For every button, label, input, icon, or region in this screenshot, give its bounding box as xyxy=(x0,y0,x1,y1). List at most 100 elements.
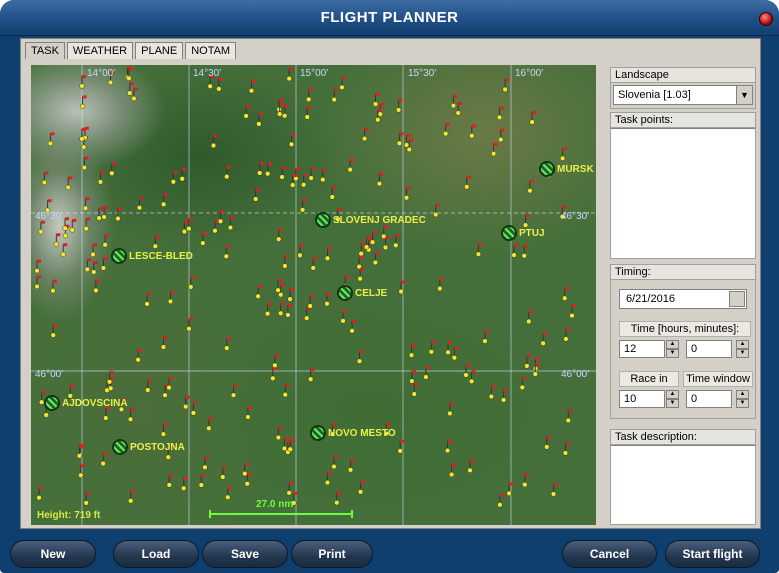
tab-plane[interactable]: PLANE xyxy=(135,42,184,59)
outlanding-marker xyxy=(276,228,283,242)
outlanding-marker xyxy=(81,156,89,171)
arrow-up-icon[interactable]: ▲ xyxy=(736,390,749,399)
outlanding-marker xyxy=(109,162,116,176)
outlanding-marker xyxy=(62,217,70,231)
outlanding-marker xyxy=(396,132,404,146)
outlanding-marker xyxy=(198,474,206,488)
airport-label: CELJE xyxy=(355,287,388,299)
tab-notam[interactable]: NOTAM xyxy=(185,42,237,59)
outlanding-marker xyxy=(308,368,315,382)
airport-icon xyxy=(337,285,353,301)
outlanding-marker xyxy=(437,277,444,292)
time-window-field[interactable]: 0 xyxy=(686,390,732,408)
outlanding-marker xyxy=(369,231,377,245)
minutes-value: 0 xyxy=(691,343,698,355)
chevron-down-icon[interactable]: ▼ xyxy=(736,86,752,104)
outlanding-marker xyxy=(408,344,416,358)
arrow-down-icon[interactable]: ▼ xyxy=(666,349,679,358)
close-icon[interactable] xyxy=(759,12,773,26)
landscape-header: Landscape xyxy=(611,68,755,83)
outlanding-marker xyxy=(38,220,45,235)
minutes-stepper[interactable]: ▲ ▼ xyxy=(736,340,749,358)
outlanding-marker xyxy=(565,409,573,424)
save-button[interactable]: Save xyxy=(202,540,288,568)
landscape-select[interactable]: Slovenia [1.03] ▼ xyxy=(613,85,753,105)
hours-stepper[interactable]: ▲ ▼ xyxy=(666,340,679,358)
outlanding-marker xyxy=(411,383,419,397)
outlanding-marker xyxy=(216,77,223,92)
outlanding-marker xyxy=(34,259,42,274)
outlanding-marker xyxy=(257,161,264,176)
new-button[interactable]: New xyxy=(10,540,96,568)
outlanding-marker xyxy=(395,98,403,113)
arrow-down-icon[interactable]: ▼ xyxy=(736,399,749,408)
tab-task[interactable]: TASK xyxy=(25,42,65,59)
outlanding-marker xyxy=(357,267,365,282)
landscape-panel: Landscape Slovenia [1.03] ▼ xyxy=(610,67,756,109)
outlanding-marker xyxy=(310,256,318,271)
outlanding-marker xyxy=(282,254,289,269)
minutes-field[interactable]: 0 xyxy=(686,340,732,358)
outlanding-marker xyxy=(357,480,365,495)
outlanding-marker xyxy=(265,162,272,177)
outlanding-marker xyxy=(65,176,73,191)
outlanding-marker xyxy=(161,193,168,207)
arrow-up-icon[interactable]: ▲ xyxy=(736,340,749,349)
task-description-text[interactable] xyxy=(611,445,755,524)
airport-ptuj[interactable]: PTUJ xyxy=(501,225,545,241)
airport-murska[interactable]: MURSK xyxy=(539,161,594,177)
outlanding-marker xyxy=(217,210,225,224)
outlanding-marker xyxy=(136,196,144,211)
task-points-list[interactable] xyxy=(611,128,755,258)
arrow-up-icon[interactable]: ▲ xyxy=(666,340,679,349)
map-view[interactable]: 14°00' 14°30' 15°00' 15°30' 16°00' 46°30… xyxy=(31,65,596,525)
airport-label: MURSK xyxy=(557,163,594,175)
outlanding-marker xyxy=(526,310,533,325)
time-label: Time [hours, minutes]: xyxy=(619,321,751,337)
airport-celje[interactable]: CELJE xyxy=(337,285,387,301)
airport-slovenj-gradec[interactable]: SLOVENJ GRADEC xyxy=(315,212,426,228)
outlanding-marker xyxy=(521,244,529,259)
race-in-field[interactable]: 10 xyxy=(619,390,665,408)
outlanding-marker xyxy=(225,486,232,500)
time-window-stepper[interactable]: ▲ ▼ xyxy=(736,390,749,408)
outlanding-marker xyxy=(559,147,567,161)
cancel-button[interactable]: Cancel xyxy=(562,540,657,568)
outlanding-marker xyxy=(307,294,315,309)
task-points-panel: Task points: xyxy=(610,112,756,259)
outlanding-marker xyxy=(179,167,187,182)
load-button[interactable]: Load xyxy=(113,540,199,568)
print-button[interactable]: Print xyxy=(291,540,373,568)
arrow-up-icon[interactable]: ▲ xyxy=(666,390,679,399)
tab-weather[interactable]: WEATHER xyxy=(66,42,134,59)
race-in-stepper[interactable]: ▲ ▼ xyxy=(666,390,679,408)
outlanding-marker xyxy=(511,244,519,258)
longitude-label: 15°30' xyxy=(408,68,437,79)
outlanding-marker xyxy=(243,104,251,119)
outlanding-marker xyxy=(569,304,577,319)
airport-label: AJDOVSCINA xyxy=(62,397,128,409)
latitude-label: 46°30' xyxy=(35,211,64,222)
outlanding-marker xyxy=(308,167,316,181)
window-title: FLIGHT PLANNER xyxy=(320,9,459,26)
start-flight-button[interactable]: Start flight xyxy=(665,540,760,568)
latitude-label: 46°30' xyxy=(561,211,590,222)
outlanding-marker xyxy=(334,491,341,506)
arrow-down-icon[interactable]: ▼ xyxy=(666,399,679,408)
outlanding-marker xyxy=(324,292,332,307)
outlanding-marker xyxy=(540,332,548,346)
outlanding-marker xyxy=(278,302,285,316)
outlanding-marker xyxy=(320,168,327,183)
airport-novo-mesto[interactable]: NOVO MESTO xyxy=(310,425,396,441)
timing-panel: Timing: 6/21/2016 Time [hours, minutes]:… xyxy=(610,264,756,419)
date-field[interactable]: 6/21/2016 xyxy=(619,289,747,309)
arrow-down-icon[interactable]: ▼ xyxy=(736,349,749,358)
calendar-icon[interactable] xyxy=(729,291,745,307)
outlanding-marker xyxy=(497,493,504,508)
airport-icon xyxy=(315,212,331,228)
airport-ajdovscina[interactable]: AJDOVSCINA xyxy=(44,395,128,411)
outlanding-marker xyxy=(97,170,105,185)
airport-postojna[interactable]: POSTOJNA xyxy=(112,439,185,455)
airport-lesce-bled[interactable]: LESCE-BLED xyxy=(111,248,193,264)
hours-field[interactable]: 12 xyxy=(619,340,665,358)
